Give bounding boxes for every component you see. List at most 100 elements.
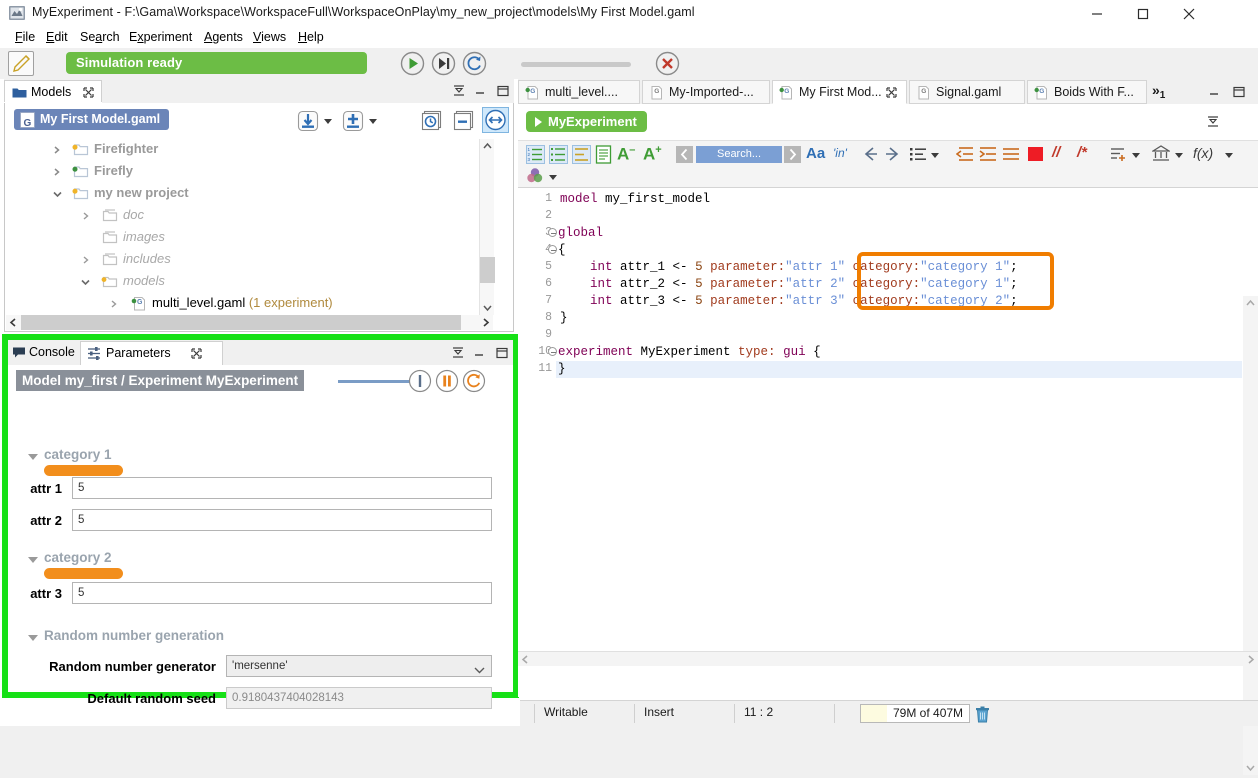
chevron-right-icon[interactable] (50, 139, 64, 161)
outline-numbered-icon[interactable]: 1 2 3 (526, 145, 545, 167)
maximize-panel-icon[interactable] (473, 346, 487, 360)
add-dropdown-arrow-icon[interactable] (369, 119, 377, 124)
block-comment-icon[interactable]: /* (1077, 144, 1087, 161)
maximize-button[interactable] (1120, 0, 1166, 27)
list-icon[interactable] (910, 146, 927, 165)
scroll-up-arrow-icon[interactable] (1243, 296, 1258, 311)
menu-search[interactable]: Search (75, 29, 125, 45)
scroll-thumb[interactable] (480, 257, 495, 283)
param-step-icon[interactable] (408, 369, 432, 396)
outdent-icon[interactable] (955, 146, 974, 165)
trash-icon[interactable] (975, 706, 990, 726)
minimize-button[interactable] (1074, 0, 1120, 27)
scroll-up-arrow-icon[interactable] (480, 139, 495, 154)
back-icon[interactable] (862, 146, 879, 165)
menu-experiment[interactable]: Experiment (124, 29, 197, 45)
add-icon[interactable] (342, 110, 364, 135)
simulation-speed-slider[interactable] (521, 62, 631, 67)
add-template-icon[interactable] (1110, 146, 1128, 165)
forward-icon[interactable] (884, 146, 901, 165)
chevron-down-icon[interactable] (78, 271, 92, 293)
scroll-down-arrow-icon[interactable] (480, 300, 495, 315)
case-sensitive-icon[interactable]: Aa (806, 145, 825, 162)
tab-console[interactable]: Console (8, 341, 80, 365)
maximize-panel-icon[interactable] (474, 84, 488, 98)
param-reload-icon[interactable] (462, 369, 486, 396)
chevron-right-icon[interactable] (79, 205, 93, 227)
chevron-down-icon[interactable] (28, 635, 38, 641)
tree-row-firefighter[interactable]: Firefighter (6, 139, 495, 161)
tree-row-firefly[interactable]: Firefly (6, 161, 495, 183)
section-category-2[interactable]: category 2 (8, 550, 513, 570)
search-input[interactable]: Search... (696, 146, 782, 163)
editor-tab-my-first-model[interactable]: G My First Mod... (772, 80, 907, 104)
tree-horizontal-scrollbar[interactable] (6, 315, 493, 330)
run-experiment-button[interactable]: MyExperiment (526, 111, 647, 132)
line-comment-icon[interactable]: // (1052, 144, 1060, 161)
restore-panel-icon[interactable] (1232, 85, 1246, 99)
editor-tab-boids[interactable]: G Boids With F... (1027, 80, 1147, 104)
search-prev-icon[interactable] (676, 146, 693, 166)
code-editor[interactable]: 1 2 3 4 5 6 7 8 9 10 11 model my_first_m… (518, 187, 1258, 775)
palette-icon[interactable] (526, 167, 544, 187)
font-decrease-icon[interactable]: A– (617, 144, 635, 165)
scroll-left-arrow-icon[interactable] (518, 652, 533, 667)
param-pause-icon[interactable] (435, 369, 459, 396)
tree-row-images[interactable]: images (6, 227, 495, 249)
minimize-panel-icon[interactable] (1206, 115, 1220, 129)
editor-tab-my-imported[interactable]: G My-Imported-... (642, 80, 770, 104)
section-random-number-generation[interactable]: Random number generation (8, 628, 513, 648)
close-button[interactable] (1166, 0, 1212, 27)
editor-horizontal-scrollbar[interactable] (518, 651, 1258, 666)
builtin-icon[interactable] (1150, 145, 1172, 165)
font-increase-icon[interactable]: A+ (643, 144, 662, 165)
whole-word-icon[interactable]: 'in' (833, 146, 847, 160)
builtin-dropdown-arrow-icon[interactable] (1175, 153, 1183, 158)
link-editor-icon[interactable] (482, 107, 509, 136)
close-circle-icon[interactable] (655, 51, 680, 76)
memory-indicator[interactable]: 79M of 407M (860, 704, 970, 723)
palette-dropdown-arrow-icon[interactable] (549, 175, 557, 180)
models-tree[interactable]: Firefighter Firefly my new project doc i… (6, 139, 495, 314)
scroll-right-arrow-icon[interactable] (1243, 652, 1258, 667)
tree-vertical-scrollbar[interactable] (479, 139, 495, 315)
editor-tab-signal[interactable]: G Signal.gaml (909, 80, 1025, 104)
field-input-attr-1[interactable]: 5 (72, 477, 492, 499)
tab-parameters[interactable]: Parameters (80, 341, 223, 365)
menu-edit[interactable]: Edit (41, 29, 73, 45)
chevron-down-icon[interactable] (50, 183, 64, 205)
chevron-right-icon[interactable] (79, 249, 93, 271)
field-input-attr-2[interactable]: 5 (72, 509, 492, 531)
outline-sorted-icon[interactable] (572, 145, 591, 167)
reload-icon[interactable] (462, 51, 487, 76)
clock-icon[interactable] (420, 108, 444, 135)
scroll-left-arrow-icon[interactable] (6, 315, 21, 330)
fold-toggle-icon[interactable] (548, 245, 557, 254)
step-forward-icon[interactable] (431, 51, 456, 76)
menu-help[interactable]: Help (293, 29, 329, 45)
chevron-down-icon[interactable] (28, 454, 38, 460)
scroll-down-arrow-icon[interactable] (1243, 760, 1258, 775)
editor-tab-multi-level[interactable]: G multi_level.... (518, 80, 640, 104)
import-icon[interactable] (297, 110, 319, 135)
scroll-thumb[interactable] (21, 315, 461, 330)
minimize-panel-icon[interactable] (451, 346, 465, 360)
restore-panel-icon[interactable] (496, 84, 510, 98)
menu-agents[interactable]: Agents (199, 29, 248, 45)
tree-row-my-new-project[interactable]: my new project (6, 183, 495, 205)
function-dropdown-arrow-icon[interactable] (1225, 153, 1233, 158)
section-category-1[interactable]: category 1 (8, 447, 513, 467)
function-icon[interactable]: f(x) (1193, 145, 1213, 161)
search-next-icon[interactable] (784, 146, 801, 166)
menu-file[interactable]: File (10, 29, 40, 45)
fold-toggle-icon[interactable] (548, 347, 557, 356)
collapse-all-icon[interactable] (452, 108, 476, 135)
restore-panel-icon[interactable] (495, 346, 509, 360)
list-dropdown-arrow-icon[interactable] (931, 153, 939, 158)
field-combo-random-generator[interactable]: 'mersenne' (226, 655, 492, 677)
chevron-right-icon[interactable] (107, 293, 121, 314)
pencil-icon[interactable] (8, 51, 34, 76)
color-icon[interactable] (1027, 146, 1044, 165)
indent-icon[interactable] (979, 146, 997, 165)
template-dropdown-arrow-icon[interactable] (1132, 153, 1140, 158)
